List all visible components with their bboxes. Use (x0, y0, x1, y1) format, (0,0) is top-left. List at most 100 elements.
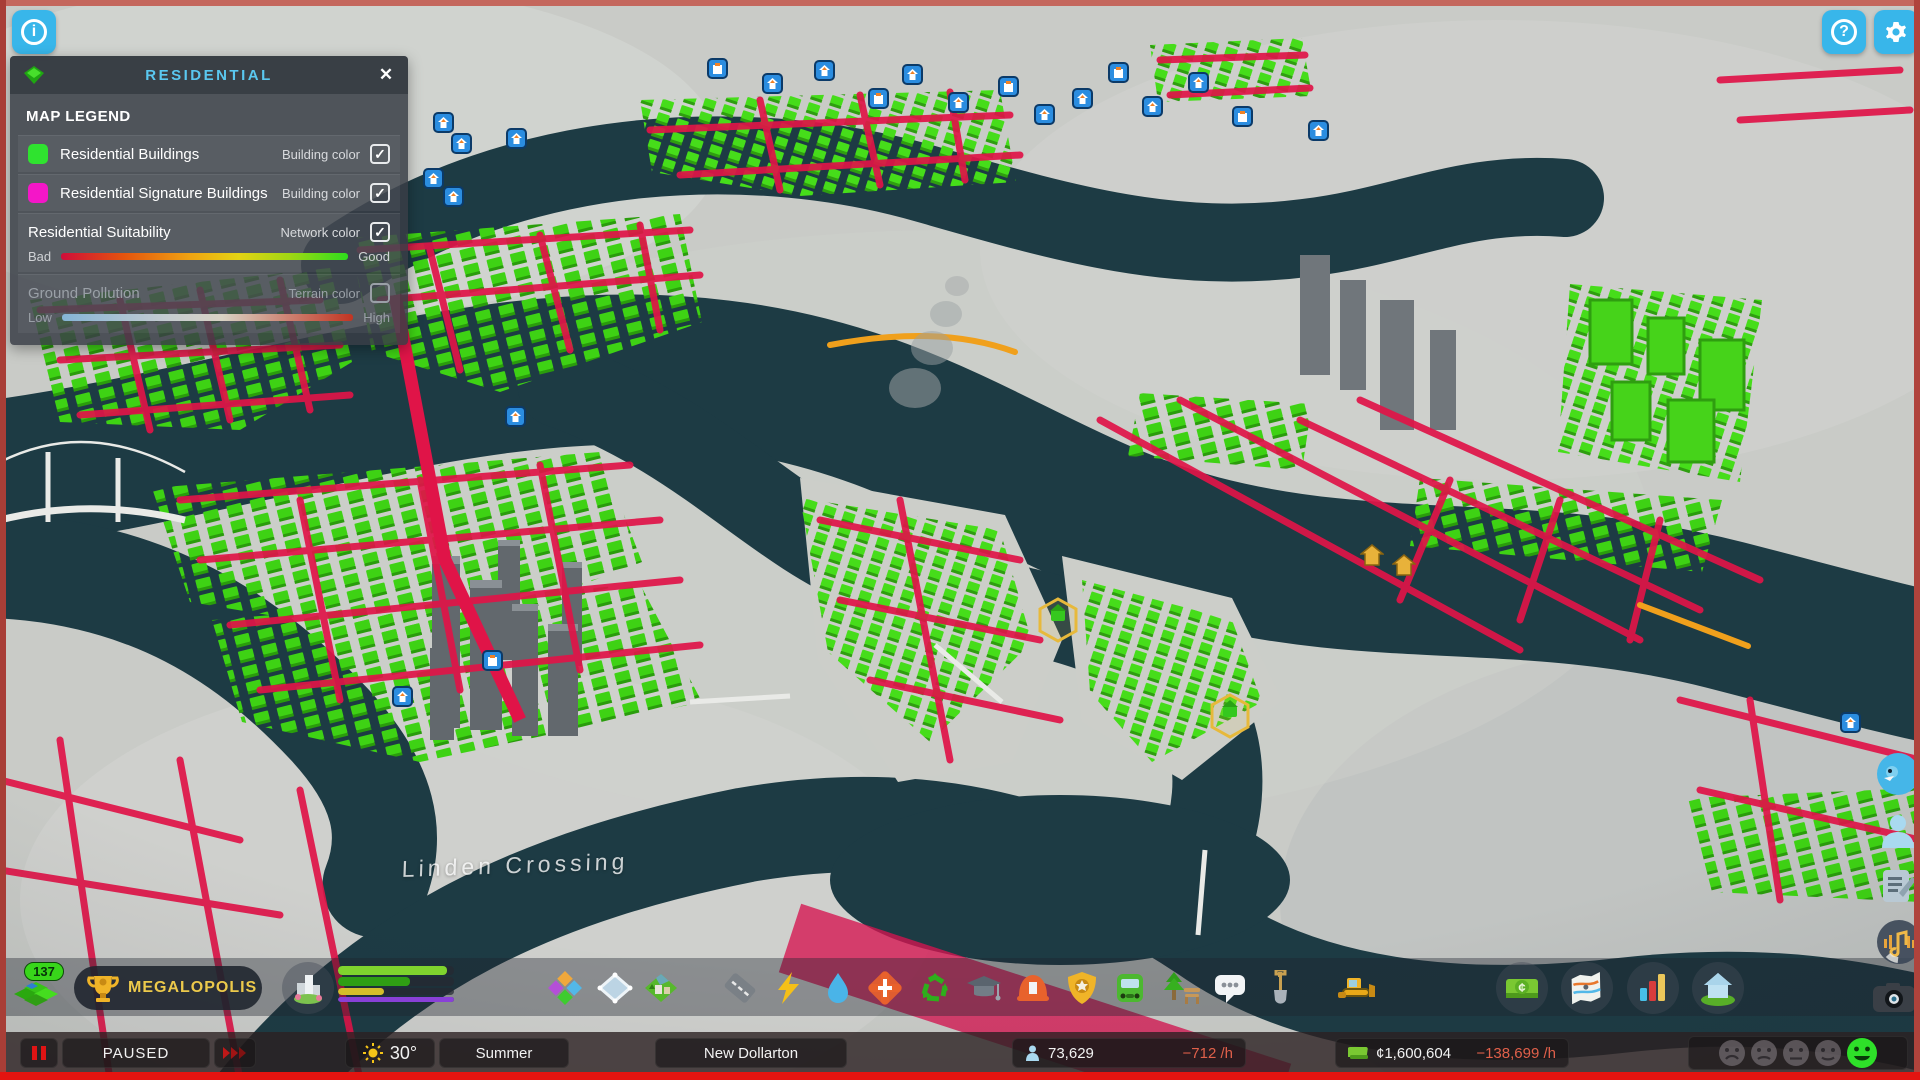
toolbar-police[interactable] (1064, 970, 1100, 1006)
levelup-marker[interactable] (443, 186, 464, 207)
toolbar-electricity[interactable] (770, 970, 806, 1006)
radio-button[interactable] (1876, 920, 1920, 964)
signature-buildings-checkbox[interactable]: ✓ (370, 183, 390, 203)
temperature-widget[interactable]: 30° (345, 1038, 435, 1068)
toolbar-fire-rescue[interactable] (1015, 970, 1051, 1006)
xp-badge[interactable]: 137 (24, 962, 64, 981)
photo-mode-button[interactable] (1872, 976, 1916, 1020)
chirper-button[interactable] (1876, 752, 1920, 796)
game-viewport: Linden Crossing i ? RESIDENTIAL ✕ MAP LE… (0, 0, 1920, 1080)
toolbar-terraforming[interactable] (1262, 968, 1298, 1006)
fire-helmet-icon (1017, 975, 1049, 1001)
levelup-marker[interactable] (868, 88, 889, 109)
toolbar-progression[interactable] (1692, 962, 1744, 1014)
simulation-state: PAUSED (62, 1038, 210, 1068)
signature-building-marker[interactable] (1036, 596, 1080, 649)
toolbar-communications[interactable] (1212, 970, 1248, 1006)
signature-building-marker[interactable] (1208, 692, 1252, 745)
toolbar-education[interactable] (965, 970, 1001, 1006)
face-happy-icon (1847, 1038, 1877, 1068)
levelup-marker[interactable] (423, 168, 444, 189)
close-icon[interactable]: ✕ (374, 63, 398, 87)
residential-buildings-checkbox[interactable]: ✓ (370, 144, 390, 164)
bulldozer-icon (1338, 978, 1375, 998)
legend-row-suitability: Residential Suitability Network color ✓ … (18, 213, 400, 272)
settings-button[interactable] (1874, 10, 1918, 54)
levelup-marker[interactable] (505, 406, 526, 427)
levelup-marker[interactable] (506, 128, 527, 149)
population-widget[interactable]: 73,629 −712 /h (1012, 1038, 1246, 1068)
progress-bar (338, 977, 410, 986)
electricity-icon (778, 972, 799, 1004)
police-shield-icon (1068, 972, 1096, 1004)
levelup-marker[interactable] (1072, 88, 1093, 109)
toolbar-water[interactable] (820, 970, 856, 1006)
toolbar-healthcare[interactable] (867, 970, 903, 1006)
help-icon: ? (1831, 19, 1857, 45)
levelup-marker[interactable] (998, 76, 1019, 97)
toolbar-economy[interactable]: ¢ (1496, 962, 1548, 1014)
ground-pollution-checkbox[interactable] (370, 283, 390, 303)
pause-button[interactable] (20, 1038, 58, 1068)
toolbar-transportation[interactable] (1112, 970, 1148, 1006)
city-name[interactable]: New Dollarton (655, 1038, 847, 1068)
status-bar (0, 1032, 1920, 1074)
toolbar-statistics[interactable] (1627, 962, 1679, 1014)
house-notification-icon[interactable] (1390, 554, 1418, 581)
citizens-button[interactable] (1876, 808, 1920, 852)
help-button[interactable]: ? (1822, 10, 1866, 54)
population-rate: −712 /h (1182, 1044, 1233, 1062)
map-legend-panel: RESIDENTIAL ✕ MAP LEGEND Residential Bui… (10, 56, 408, 345)
speed-button[interactable] (214, 1038, 256, 1068)
levelup-marker[interactable] (1232, 106, 1253, 127)
green-swatch (28, 144, 48, 164)
legend-title: RESIDENTIAL (145, 66, 273, 84)
toolbar-zoning[interactable] (547, 970, 583, 1006)
sun-icon (362, 1043, 383, 1063)
money-widget[interactable]: ¢1,600,604 −138,699 /h (1335, 1038, 1569, 1068)
milestone-progress-button[interactable] (282, 962, 334, 1014)
speed-arrows-icon (223, 1047, 246, 1059)
toolbar-bulldozer[interactable] (1337, 970, 1375, 1006)
levelup-marker[interactable] (1840, 712, 1861, 733)
svg-text:¢: ¢ (1518, 980, 1525, 995)
journal-button[interactable] (1876, 864, 1920, 908)
map-icon (1571, 972, 1601, 1005)
levelup-marker[interactable] (392, 686, 413, 707)
radio-icon (1877, 920, 1920, 964)
happiness-widget[interactable] (1688, 1036, 1908, 1070)
legend-header: RESIDENTIAL ✕ (10, 56, 408, 94)
levelup-marker[interactable] (814, 60, 835, 81)
toolbar-roads[interactable] (722, 970, 758, 1006)
roads-icon (724, 973, 756, 1003)
progress-bar (338, 988, 385, 995)
levelup-marker[interactable] (1108, 62, 1129, 83)
levelup-marker[interactable] (482, 650, 503, 671)
toolbar-map-info[interactable] (1561, 962, 1613, 1014)
levelup-marker[interactable] (762, 73, 783, 94)
levelup-marker[interactable] (1034, 104, 1055, 125)
levelup-marker[interactable] (451, 133, 472, 154)
areas-icon (597, 972, 633, 1004)
toolbar-parks[interactable] (1162, 970, 1200, 1006)
suitability-checkbox[interactable]: ✓ (370, 222, 390, 242)
info-icon: i (21, 19, 47, 45)
house-notification-icon[interactable] (1358, 544, 1386, 571)
levelup-marker[interactable] (1142, 96, 1163, 117)
levelup-marker[interactable] (1188, 72, 1209, 93)
levelup-marker[interactable] (707, 58, 728, 79)
toolbar-garbage[interactable] (917, 970, 953, 1006)
landscaping-icon (645, 974, 677, 1002)
milestone-name-pill[interactable]: MEGALOPOLIS (74, 966, 262, 1010)
zoning-icon (548, 971, 582, 1005)
toolbar-landscaping[interactable] (643, 970, 679, 1006)
season-widget[interactable]: Summer (439, 1038, 569, 1068)
levelup-marker[interactable] (902, 64, 923, 85)
levelup-marker[interactable] (948, 92, 969, 113)
face-neutral-icon (1783, 1040, 1809, 1066)
citizen-icon (1882, 815, 1914, 848)
levelup-marker[interactable] (1308, 120, 1329, 141)
levelup-marker[interactable] (433, 112, 454, 133)
info-button[interactable]: i (12, 10, 56, 54)
toolbar-areas[interactable] (597, 970, 633, 1006)
